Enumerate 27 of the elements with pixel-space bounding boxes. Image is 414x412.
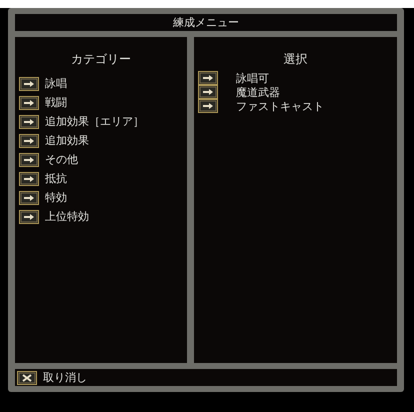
menu-item-label: 戦闘 (45, 95, 67, 110)
menu-item-label: その他 (45, 152, 78, 167)
menu-item-label: 抵抗 (45, 171, 67, 186)
arrow-button[interactable] (19, 172, 39, 186)
menu-item-label: 追加効果［エリア］ (45, 114, 144, 129)
panel-heading: 選択 (284, 51, 308, 68)
menu-item-label: 詠唱 (45, 76, 67, 91)
menu-item-label: 特効 (45, 190, 67, 205)
arrow-button[interactable] (19, 114, 39, 128)
arrow-button[interactable] (19, 190, 39, 204)
arrow-button[interactable] (198, 71, 218, 85)
menu-item-label: 上位特効 (45, 209, 89, 224)
menu-item-label: 追加効果 (45, 133, 89, 148)
arrow-button[interactable] (19, 96, 39, 110)
close-button[interactable] (17, 370, 37, 384)
arrow-button[interactable] (19, 76, 39, 90)
arrow-button[interactable] (19, 152, 39, 166)
arrow-button[interactable] (19, 210, 39, 224)
menu-item-label: ファストキャスト (236, 98, 324, 114)
arrow-button[interactable] (198, 99, 218, 113)
arrow-button[interactable] (198, 85, 218, 99)
arrow-button[interactable] (19, 134, 39, 148)
panel-heading: カテゴリー (71, 51, 131, 68)
window-title: 練成メニュー (173, 15, 239, 30)
cancel-label: 取り消し (43, 370, 87, 385)
menu-item-label: 魔道武器 (236, 84, 280, 100)
menu-item-label: 詠唱可 (236, 70, 269, 86)
